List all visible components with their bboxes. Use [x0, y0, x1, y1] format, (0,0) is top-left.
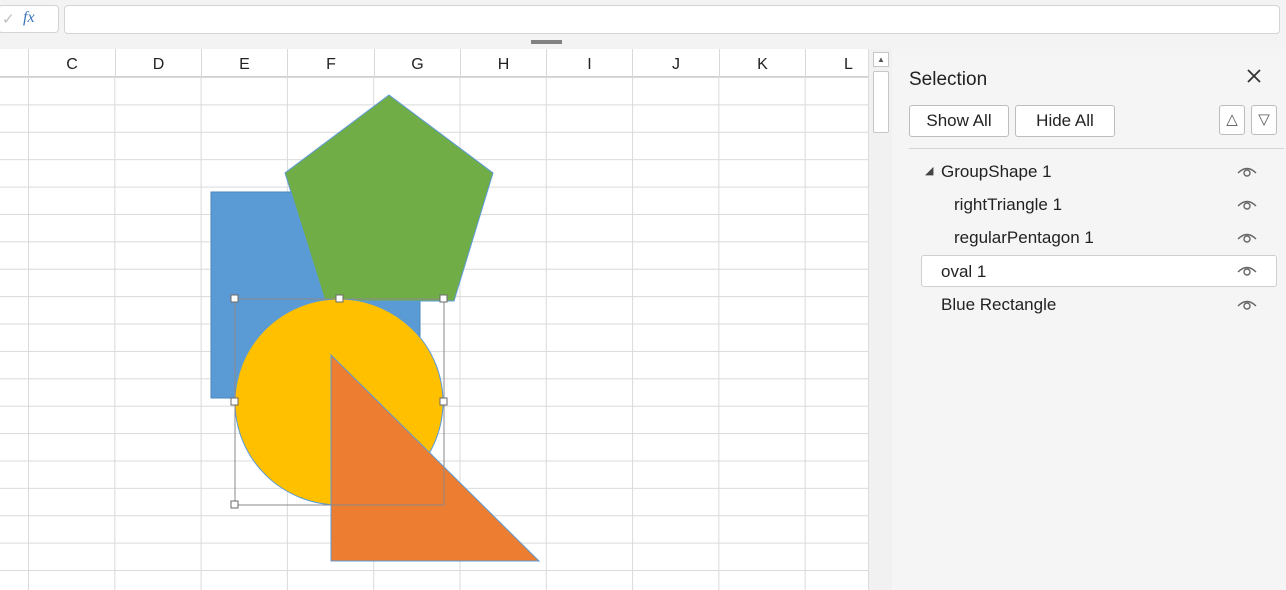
- visibility-eye-icon[interactable]: [1236, 164, 1258, 180]
- formula-bar: ✓ fx: [0, 0, 1286, 38]
- check-icon[interactable]: ✓: [2, 10, 15, 28]
- visibility-eye-icon[interactable]: [1236, 297, 1258, 313]
- resize-handle-bottom-left[interactable]: [230, 500, 239, 509]
- splitter-grip-icon[interactable]: [531, 40, 562, 44]
- hide-all-button[interactable]: Hide All: [1015, 105, 1115, 137]
- tree-item-oval-1[interactable]: oval 1: [921, 255, 1277, 287]
- regular-pentagon-shape[interactable]: [284, 94, 494, 302]
- triangle-up-icon: △: [1226, 111, 1238, 128]
- shapes-layer: [210, 94, 541, 562]
- visibility-eye-icon[interactable]: [1236, 263, 1258, 279]
- send-backward-button[interactable]: ▽: [1251, 105, 1277, 135]
- worksheet-grid[interactable]: C D E F G H I J K L: [0, 49, 868, 590]
- tree-item-groupshape-1[interactable]: ◢ GroupShape 1: [921, 156, 1277, 188]
- triangle-down-icon: ▽: [1258, 111, 1270, 128]
- close-icon[interactable]: [1244, 65, 1264, 87]
- scrollbar-thumb[interactable]: [873, 71, 889, 133]
- formula-input[interactable]: [64, 5, 1280, 34]
- tree-item-regularpentagon-1[interactable]: regularPentagon 1: [921, 222, 1277, 254]
- tree-item-righttriangle-1[interactable]: rightTriangle 1: [921, 189, 1277, 221]
- pane-divider: [909, 148, 1284, 149]
- tree-item-label: GroupShape 1: [941, 162, 1052, 181]
- tree-item-label: regularPentagon 1: [954, 228, 1094, 247]
- expand-triangle-icon[interactable]: ◢: [925, 156, 933, 187]
- bring-forward-button[interactable]: △: [1219, 105, 1245, 135]
- resize-handle-top-right[interactable]: [439, 294, 448, 303]
- resize-handle-top[interactable]: [335, 294, 344, 303]
- tree-item-label: Blue Rectangle: [941, 295, 1057, 314]
- vertical-scrollbar[interactable]: ▲: [868, 49, 892, 590]
- formula-bar-splitter[interactable]: [0, 38, 1286, 49]
- tree-item-blue-rectangle[interactable]: Blue Rectangle: [921, 289, 1277, 321]
- visibility-eye-icon[interactable]: [1236, 197, 1258, 213]
- function-box[interactable]: ✓ fx: [0, 5, 59, 33]
- resize-handle-right[interactable]: [439, 397, 448, 406]
- insert-function-icon[interactable]: fx: [23, 9, 35, 27]
- resize-handle-left[interactable]: [230, 397, 239, 406]
- scroll-up-arrow-icon[interactable]: ▲: [873, 52, 889, 67]
- tree-item-label: oval 1: [941, 262, 987, 281]
- tree-item-label: rightTriangle 1: [954, 195, 1063, 214]
- pane-title: Selection: [909, 69, 988, 90]
- resize-handle-top-left[interactable]: [230, 294, 239, 303]
- show-all-button[interactable]: Show All: [909, 105, 1009, 137]
- selection-pane: Selection Show All Hide All △ ▽ ◢ GroupS…: [892, 49, 1286, 590]
- visibility-eye-icon[interactable]: [1236, 230, 1258, 246]
